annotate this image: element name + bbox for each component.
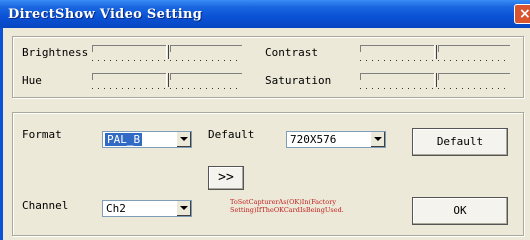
saturation-label: Saturation (265, 74, 332, 87)
channel-value: Ch2 (106, 202, 126, 215)
chevron-down-icon (180, 206, 188, 210)
default-button[interactable]: Default (412, 128, 508, 156)
saturation-slider[interactable] (360, 72, 510, 94)
default-size-label: Default (208, 128, 255, 141)
default-size-dropdown-button[interactable] (370, 132, 385, 147)
window-title: DirectShow Video Setting (8, 7, 203, 22)
saturation-thumb[interactable] (434, 73, 437, 87)
hue-thumb[interactable] (166, 73, 169, 87)
hue-slider[interactable] (92, 72, 242, 94)
chevron-down-icon (180, 137, 188, 141)
ok-button[interactable]: OK (412, 197, 508, 225)
close-icon: × (519, 6, 530, 22)
contrast-thumb[interactable] (434, 45, 437, 59)
close-button[interactable]: × (514, 4, 530, 24)
contrast-label: Contrast (265, 46, 318, 59)
forward-button[interactable]: >> (208, 166, 244, 190)
channel-label: Channel (22, 199, 69, 212)
title-bar[interactable]: DirectShow Video Setting × (0, 0, 530, 28)
channel-select[interactable]: Ch2 (102, 200, 192, 217)
brightness-label: Brightness (22, 46, 89, 59)
hue-label: Hue (22, 74, 42, 87)
chevron-down-icon (374, 137, 382, 141)
factory-setting-hint: ToSetCapturerAs(OK)In(Factory Setting)If… (230, 198, 344, 214)
brightness-thumb[interactable] (166, 45, 169, 59)
format-dropdown-button[interactable] (176, 132, 191, 147)
format-select[interactable]: PAL_B (102, 131, 192, 148)
contrast-slider[interactable] (360, 44, 510, 66)
format-value: PAL_B (105, 133, 143, 146)
channel-dropdown-button[interactable] (176, 201, 191, 216)
default-size-select[interactable]: 720X576 (286, 131, 386, 148)
format-label: Format (22, 128, 62, 141)
brightness-slider[interactable] (92, 44, 242, 66)
default-size-value: 720X576 (290, 133, 337, 146)
